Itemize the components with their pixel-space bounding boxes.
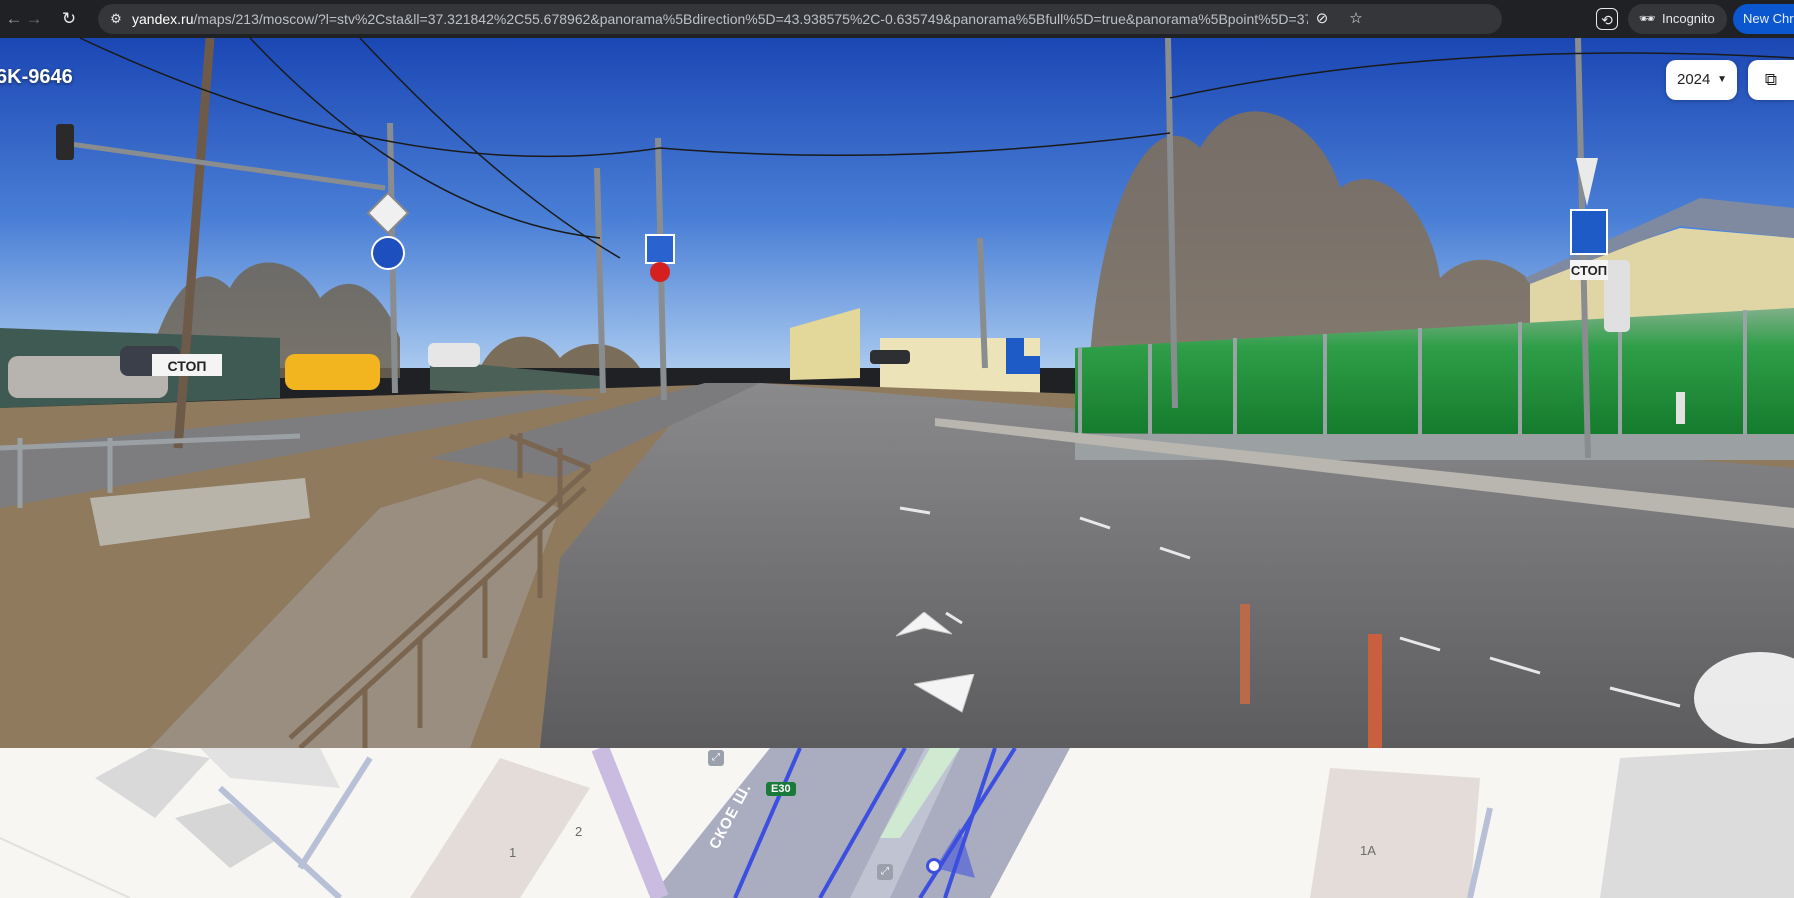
- minimap-path: [0, 837, 131, 898]
- new-chrome-button[interactable]: New Chro: [1733, 4, 1794, 34]
- eye-off-icon[interactable]: ⊘: [1312, 9, 1332, 29]
- panorama-point-icon[interactable]: ⤢: [877, 864, 893, 880]
- highway-badge: E30: [766, 782, 796, 796]
- current-position-marker[interactable]: [926, 858, 942, 874]
- url-path: /maps/213/moscow/?l=stv%2Csta&ll=37.3218…: [193, 11, 1308, 27]
- browser-toolbar: ← → ↻ ⚙ yandex.ru/maps/213/moscow/?l=stv…: [0, 0, 1794, 38]
- move-forward-arrow[interactable]: [896, 612, 952, 638]
- incognito-icon: 🕶: [1638, 11, 1656, 26]
- street-panorama[interactable]: СТОП СТОП 6K-9646 2024 ▼ ⧉: [0, 38, 1794, 748]
- incognito-label: Incognito: [1662, 11, 1715, 26]
- extension-icon[interactable]: ⟲: [1596, 8, 1618, 30]
- url-host: yandex.ru: [132, 11, 194, 27]
- building-number-1: 1: [509, 845, 517, 860]
- minimap-canvas[interactable]: [0, 748, 1794, 898]
- panorama-scene[interactable]: СТОП СТОП: [0, 38, 1794, 748]
- panorama-title: 6K-9646: [0, 66, 73, 88]
- url-text[interactable]: yandex.ru/maps/213/moscow/?l=stv%2Csta&l…: [132, 4, 1308, 34]
- chevron-down-icon: ▼: [1717, 74, 1727, 85]
- incognito-indicator[interactable]: 🕶 Incognito: [1628, 4, 1727, 34]
- building-number-2: 2: [575, 824, 583, 839]
- stop-sign-right-text: СТОП: [1571, 263, 1607, 278]
- year-value: 2024: [1677, 71, 1711, 88]
- panorama-point-icon[interactable]: ⤢: [708, 750, 724, 766]
- forward-arrow-icon[interactable]: →: [22, 7, 46, 31]
- address-bar[interactable]: ⚙ yandex.ru/maps/213/moscow/?l=stv%2Csta…: [98, 4, 1502, 34]
- year-selector[interactable]: 2024 ▼: [1666, 60, 1737, 100]
- external-link-icon[interactable]: ⧉: [1748, 60, 1794, 100]
- building-number-1a: 1А: [1360, 843, 1376, 858]
- traffic-light-left: [56, 124, 74, 160]
- move-backward-arrow[interactable]: [914, 674, 978, 714]
- minimap[interactable]: E30 СКОЕ Ш. 1 2 1А ⤢ ⤢: [0, 748, 1794, 898]
- stop-sign-left-text: СТОП: [168, 358, 207, 374]
- reload-icon[interactable]: ↻: [57, 7, 81, 31]
- minimap-roads: [217, 748, 1493, 898]
- bookmark-star-icon[interactable]: ☆: [1346, 9, 1366, 29]
- site-info-icon[interactable]: ⚙: [106, 9, 126, 29]
